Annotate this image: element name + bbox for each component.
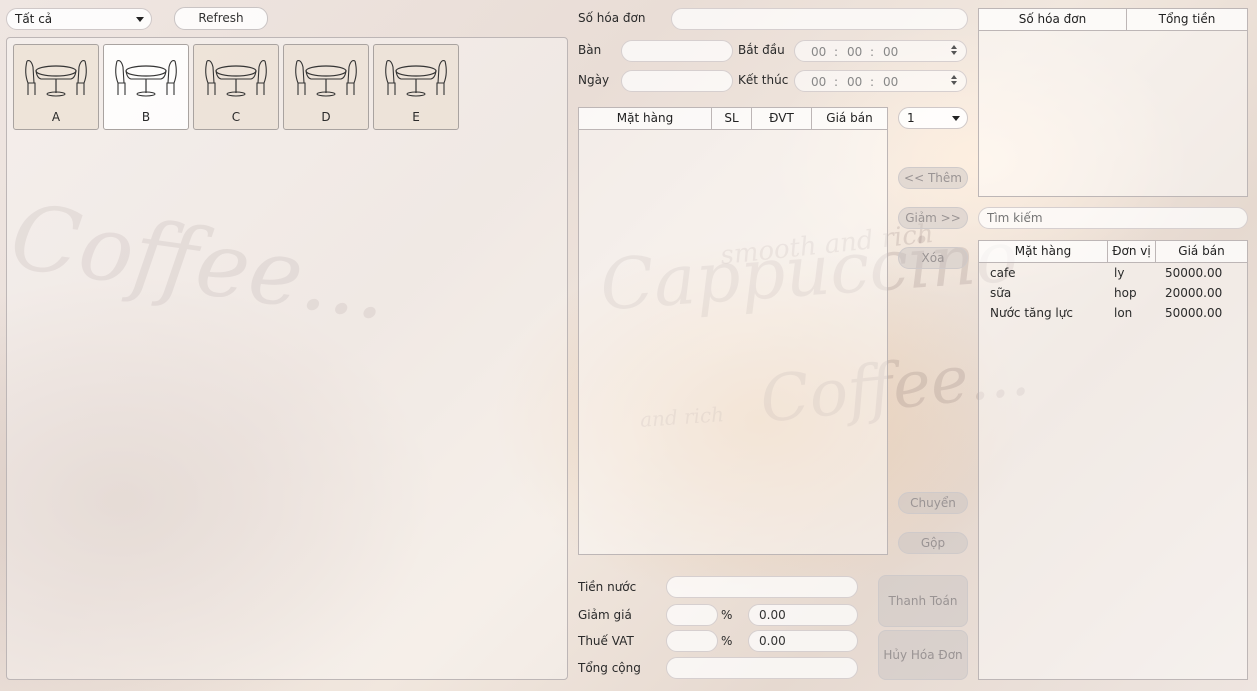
water-cost-field[interactable]: [666, 576, 858, 598]
menu-item-name: Nước tăng lực: [990, 306, 1073, 320]
menu-item-price: 50000.00: [1165, 266, 1223, 280]
invoice-list-table[interactable]: Số hóa đơn Tổng tiền: [978, 8, 1248, 197]
spin-up-icon[interactable]: [951, 75, 957, 79]
table-label: Bàn: [578, 43, 602, 57]
cafe-table-icon: [205, 60, 267, 97]
start-second[interactable]: 00: [883, 45, 898, 59]
decrease-item-button[interactable]: Giảm >>: [898, 207, 968, 229]
menu-table-row[interactable]: Nước tăng lực lon 50000.00: [979, 303, 1247, 323]
table-filter-select[interactable]: Tất cả: [6, 8, 152, 30]
table-name: D: [321, 110, 331, 124]
table-filter-value: Tất cả: [15, 12, 53, 26]
water-cost-label: Tiền nước: [578, 580, 637, 594]
invoice-number-label: Số hóa đơn: [578, 11, 646, 25]
time-separator: :: [834, 45, 839, 59]
column-header-invoice-number[interactable]: Số hóa đơn: [979, 9, 1127, 30]
menu-item-price: 50000.00: [1165, 306, 1223, 320]
table-tile-b[interactable]: B: [103, 44, 189, 130]
delete-item-button[interactable]: Xóa: [898, 247, 968, 269]
grand-total-label: Tổng cộng: [578, 661, 641, 675]
chevron-down-icon: [952, 116, 960, 121]
add-item-button[interactable]: << Thêm: [898, 167, 968, 189]
spin-down-icon[interactable]: [951, 51, 957, 55]
column-header-price[interactable]: Giá bán: [812, 108, 887, 129]
end-second[interactable]: 00: [883, 75, 898, 89]
invoice-number-field[interactable]: [671, 8, 968, 30]
menu-table-row[interactable]: cafe ly 50000.00: [979, 263, 1247, 283]
quantity-value: 1: [907, 111, 915, 125]
table-tile-a[interactable]: A: [13, 44, 99, 130]
vat-label: Thuế VAT: [578, 634, 634, 648]
discount-amount-field[interactable]: 0.00: [748, 604, 858, 626]
cafe-table-icon: [385, 60, 447, 97]
table-name: C: [231, 110, 241, 124]
pay-button[interactable]: Thanh Toán: [878, 575, 968, 627]
vat-percent-symbol: %: [721, 634, 733, 648]
menu-table-row[interactable]: sữa hop 20000.00: [979, 283, 1247, 303]
refresh-button[interactable]: Refresh: [174, 7, 268, 30]
menu-item-price: 20000.00: [1165, 286, 1223, 300]
table-tile-c[interactable]: C: [193, 44, 279, 130]
cafe-table-icon: [295, 60, 357, 97]
menu-item-unit: hop: [1114, 286, 1137, 300]
table-field[interactable]: [621, 40, 733, 62]
cafe-table-icon: [115, 60, 177, 97]
discount-percent-symbol: %: [721, 608, 733, 622]
end-minute[interactable]: 00: [847, 75, 862, 89]
order-items-header: Mặt hàng SL ĐVT Giá bán: [579, 108, 887, 130]
start-time-label: Bắt đầu: [738, 43, 785, 57]
cafe-table-icon: [25, 60, 87, 97]
column-header-price[interactable]: Giá bán: [1156, 241, 1247, 262]
start-minute[interactable]: 00: [847, 45, 862, 59]
time-separator: :: [870, 45, 875, 59]
chevron-down-icon: [136, 17, 144, 22]
cancel-invoice-button[interactable]: Hủy Hóa Đơn: [878, 630, 968, 680]
end-time-spinner[interactable]: [950, 73, 958, 89]
invoice-list-header: Số hóa đơn Tổng tiền: [979, 9, 1247, 31]
order-items-table[interactable]: Mặt hàng SL ĐVT Giá bán: [578, 107, 888, 555]
time-separator: :: [834, 75, 839, 89]
table-tile-d[interactable]: D: [283, 44, 369, 130]
transfer-button[interactable]: Chuyển: [898, 492, 968, 514]
menu-item-unit: ly: [1114, 266, 1125, 280]
column-header-unit[interactable]: ĐVT: [752, 108, 812, 129]
column-header-item[interactable]: Mặt hàng: [979, 241, 1108, 262]
search-input[interactable]: [978, 207, 1248, 229]
start-time-spinner[interactable]: [950, 43, 958, 59]
start-time-picker[interactable]: 00 : 00 : 00: [794, 40, 967, 62]
table-name: B: [141, 110, 151, 124]
column-header-total[interactable]: Tổng tiền: [1127, 9, 1247, 30]
column-header-qty[interactable]: SL: [712, 108, 752, 129]
menu-item-name: cafe: [990, 266, 1016, 280]
date-field[interactable]: [621, 70, 733, 92]
grand-total-field[interactable]: [666, 657, 858, 679]
time-separator: :: [870, 75, 875, 89]
menu-rows: cafe ly 50000.00 sữa hop 20000.00 Nước tăng lự…: [979, 263, 1247, 323]
vat-amount-field[interactable]: 0.00: [748, 630, 858, 652]
end-hour[interactable]: 00: [811, 75, 826, 89]
spin-up-icon[interactable]: [951, 45, 957, 49]
tables-panel: [6, 37, 568, 680]
menu-table[interactable]: Mặt hàng Đơn vị Giá bán cafe ly 50000.00 sữ…: [978, 240, 1248, 680]
table-tile-e[interactable]: E: [373, 44, 459, 130]
discount-percent-field[interactable]: [666, 604, 718, 626]
menu-item-name: sữa: [990, 286, 1012, 300]
vat-percent-field[interactable]: [666, 630, 718, 652]
start-hour[interactable]: 00: [811, 45, 826, 59]
column-header-unit[interactable]: Đơn vị: [1108, 241, 1156, 262]
menu-table-header: Mặt hàng Đơn vị Giá bán: [979, 241, 1247, 263]
column-header-item[interactable]: Mặt hàng: [579, 108, 712, 129]
discount-label: Giảm giá: [578, 608, 632, 622]
merge-button[interactable]: Gộp: [898, 532, 968, 554]
menu-item-unit: lon: [1114, 306, 1133, 320]
end-time-label: Kết thúc: [738, 73, 789, 87]
table-name: A: [51, 110, 61, 124]
spin-down-icon[interactable]: [951, 81, 957, 85]
table-name: E: [412, 110, 420, 124]
end-time-picker[interactable]: 00 : 00 : 00: [794, 70, 967, 92]
date-label: Ngày: [578, 73, 610, 87]
quantity-select[interactable]: 1: [898, 107, 968, 129]
